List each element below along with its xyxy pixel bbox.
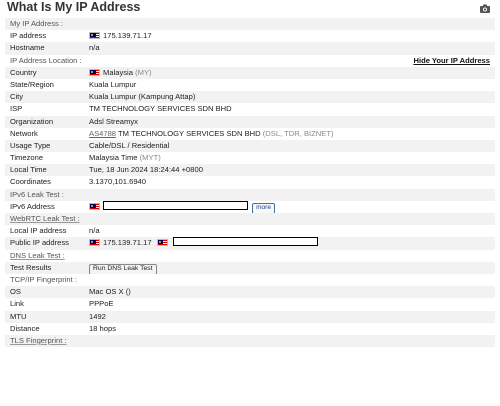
row-mtu: MTU 1492 bbox=[5, 310, 495, 323]
section-label-my-ip: My IP Address : bbox=[10, 19, 64, 28]
network-extra: (DSL, TDR, BIZNET) bbox=[262, 128, 334, 138]
ipv6-address-label: IPv6 Address bbox=[10, 201, 55, 211]
page: What Is My IP Address My IP Address : IP… bbox=[0, 0, 500, 406]
test-results-label: Test Results bbox=[10, 262, 52, 272]
link-label: Link bbox=[10, 299, 24, 309]
section-label-ipv6: IPv6 Leak Test : bbox=[10, 189, 64, 199]
timezone-code: (MYT) bbox=[139, 153, 161, 163]
local-ip-label: Local IP address bbox=[10, 226, 67, 236]
usage-type-value: Cable/DSL / Residential bbox=[89, 140, 170, 150]
row-state: State/Region Kuala Lumpur bbox=[5, 78, 495, 92]
state-label: State/Region bbox=[10, 79, 54, 89]
timezone-label: Timezone bbox=[10, 153, 44, 163]
hostname-label: Hostname bbox=[10, 43, 45, 53]
row-coordinates: Coordinates 3.1370,101.6940 bbox=[5, 176, 495, 189]
usage-type-label: Usage Type bbox=[10, 140, 51, 150]
timezone-value: Malaysia Time bbox=[89, 153, 138, 163]
row-network: Network AS4788 TM TECHNOLOGY SERVICES SD… bbox=[5, 127, 495, 140]
local-ip-value: n/a bbox=[89, 226, 100, 236]
section-tls: TLS Fingerprint : bbox=[5, 334, 495, 348]
ip-address-label: IP address bbox=[10, 31, 47, 41]
country-value: Malaysia bbox=[103, 67, 133, 77]
section-tcpip: TCP/IP Fingerprint : bbox=[5, 273, 495, 287]
section-location: IP Address Location : Hide Your IP Addre… bbox=[5, 54, 495, 67]
public-ipv6-box bbox=[172, 237, 318, 247]
section-label-tls[interactable]: TLS Fingerprint : bbox=[10, 335, 67, 347]
row-ipv6-address: IPv6 Address more bbox=[5, 200, 495, 214]
ip-address-value: 175.139.71.17 bbox=[103, 31, 152, 41]
row-organization: Organization Adsl Streamyx bbox=[5, 115, 495, 128]
isp-label: ISP bbox=[10, 104, 23, 114]
row-local-ip: Local IP address n/a bbox=[5, 225, 495, 238]
network-label: Network bbox=[10, 128, 38, 138]
ip-info-table: My IP Address : IP address 175.139.71.17… bbox=[5, 18, 495, 348]
row-dns-test: Test Results Run DNS Leak Test bbox=[5, 261, 495, 275]
city-value: Kuala Lumpur (Kampung Attap) bbox=[89, 92, 196, 102]
malaysia-flag-icon bbox=[89, 202, 100, 210]
coordinates-label: Coordinates bbox=[10, 177, 51, 187]
state-value: Kuala Lumpur bbox=[89, 79, 137, 89]
row-timezone: Timezone Malaysia Time (MYT) bbox=[5, 152, 495, 165]
public-ip-value: 175.139.71.17 bbox=[103, 238, 152, 248]
city-label: City bbox=[10, 92, 24, 102]
mtu-value: 1492 bbox=[89, 311, 106, 321]
distance-label: Distance bbox=[10, 323, 40, 333]
as-number-link[interactable]: AS4788 bbox=[89, 129, 116, 138]
section-label-location: IP Address Location : bbox=[10, 55, 82, 65]
row-isp: ISP TM TECHNOLOGY SERVICES SDN BHD bbox=[5, 103, 495, 116]
isp-value: TM TECHNOLOGY SERVICES SDN BHD bbox=[89, 104, 232, 114]
local-time-label: Local Time bbox=[10, 165, 47, 175]
hostname-value: n/a bbox=[89, 43, 100, 53]
organization-label: Organization bbox=[10, 116, 54, 126]
section-my-ip: My IP Address : bbox=[5, 18, 495, 31]
title-bar: What Is My IP Address bbox=[0, 0, 500, 17]
malaysia-flag-icon bbox=[89, 239, 100, 247]
link-value: PPPoE bbox=[89, 299, 114, 309]
section-dns-leak: DNS Leak Test : bbox=[5, 249, 495, 262]
ipv6-address-box bbox=[103, 200, 248, 210]
row-link: Link PPPoE bbox=[5, 298, 495, 311]
public-ip-label: Public IP address bbox=[10, 238, 69, 248]
mtu-label: MTU bbox=[10, 311, 27, 321]
row-ip-address: IP address 175.139.71.17 bbox=[5, 30, 495, 43]
row-distance: Distance 18 hops bbox=[5, 322, 495, 335]
row-os: OS Mac OS X () bbox=[5, 286, 495, 299]
distance-value: 18 hops bbox=[89, 323, 117, 333]
section-label-tcpip: TCP/IP Fingerprint : bbox=[10, 274, 77, 284]
section-label-dns[interactable]: DNS Leak Test : bbox=[10, 250, 65, 262]
coordinates-value: 3.1370,101.6940 bbox=[89, 177, 147, 187]
malaysia-flag-icon bbox=[156, 239, 168, 247]
local-time-value: Tue, 18 Jun 2024 18:24:44 +0800 bbox=[89, 165, 203, 175]
country-label: Country bbox=[10, 67, 37, 77]
row-city: City Kuala Lumpur (Kampung Attap) bbox=[5, 91, 495, 104]
row-country: Country Malaysia (MY) bbox=[5, 66, 495, 79]
section-label-webrtc[interactable]: WebRTC Leak Test : bbox=[10, 213, 80, 225]
network-value: TM TECHNOLOGY SERVICES SDN BHD bbox=[118, 128, 261, 138]
row-public-ip: Public IP address 175.139.71.17 bbox=[5, 237, 495, 250]
os-value: Mac OS X () bbox=[89, 287, 131, 297]
camera-icon[interactable] bbox=[480, 4, 490, 13]
row-usage-type: Usage Type Cable/DSL / Residential bbox=[5, 139, 495, 153]
malaysia-flag-icon bbox=[89, 68, 100, 76]
row-hostname: Hostname n/a bbox=[5, 42, 495, 55]
malaysia-flag-icon bbox=[89, 32, 100, 40]
os-label: OS bbox=[10, 287, 21, 297]
hide-ip-link[interactable]: Hide Your IP Address bbox=[413, 55, 490, 67]
country-code: (MY) bbox=[135, 67, 152, 77]
section-webrtc-leak: WebRTC Leak Test : bbox=[5, 213, 495, 226]
organization-value: Adsl Streamyx bbox=[89, 116, 138, 126]
section-ipv6-leak: IPv6 Leak Test : bbox=[5, 188, 495, 201]
row-local-time: Local Time Tue, 18 Jun 2024 18:24:44 +08… bbox=[5, 164, 495, 177]
page-title: What Is My IP Address bbox=[7, 0, 141, 14]
